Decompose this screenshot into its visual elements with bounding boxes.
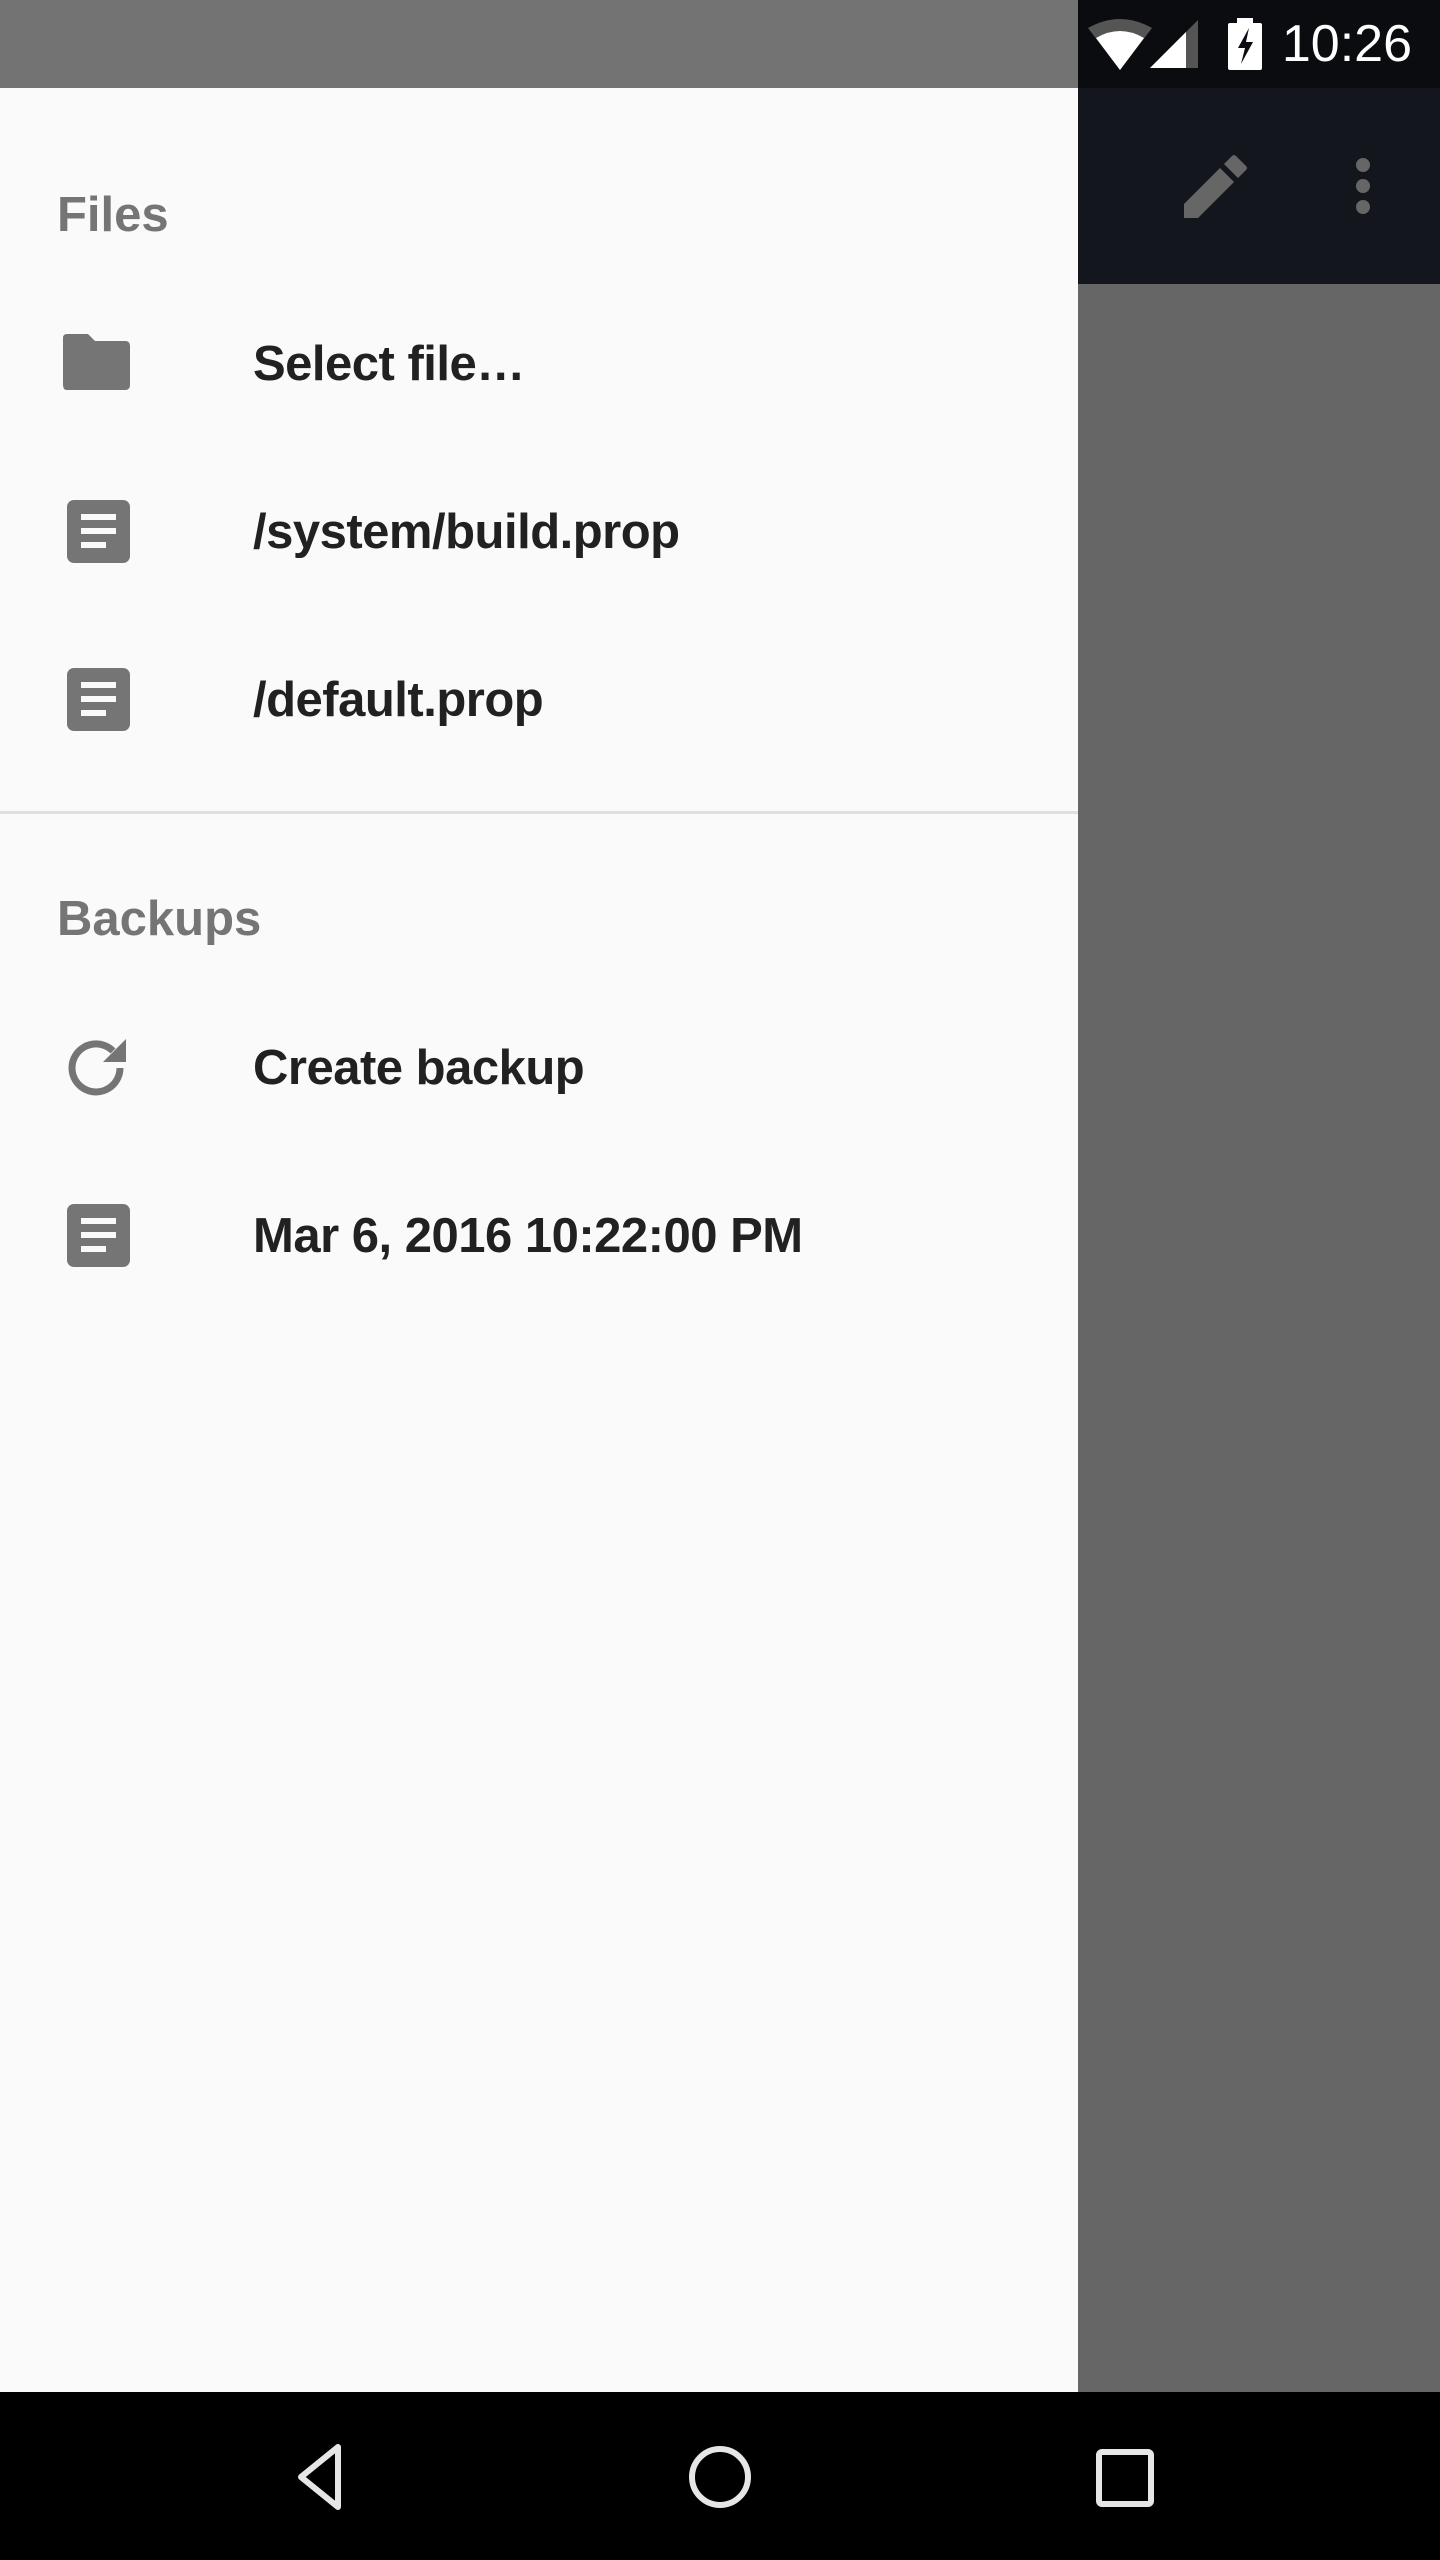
more-vert-icon [1356, 158, 1370, 214]
cell-signal-icon [1150, 20, 1200, 70]
document-icon [58, 668, 138, 731]
content-scrim[interactable] [1078, 284, 1440, 2392]
wifi-icon [1088, 18, 1152, 70]
document-icon [58, 1204, 138, 1267]
back-button[interactable] [237, 2412, 397, 2542]
back-triangle-icon [298, 2444, 341, 2510]
drawer-item-select-file[interactable]: Select file… [0, 280, 1078, 448]
app-toolbar [1078, 88, 1440, 284]
more-options-button[interactable] [1303, 126, 1423, 246]
refresh-icon [58, 1038, 138, 1098]
drawer-item-backup-entry[interactable]: Mar 6, 2016 10:22:00 PM [0, 1152, 1078, 1320]
status-bar-scrim [0, 0, 1078, 88]
section-header-files: Files [57, 188, 169, 242]
pencil-icon [1184, 155, 1247, 218]
battery-charging-icon [1228, 18, 1262, 70]
recents-button[interactable] [1045, 2412, 1205, 2542]
document-icon [58, 500, 138, 563]
section-header-backups: Backups [57, 892, 262, 946]
drawer-item-label: /default.prop [253, 673, 544, 727]
home-circle-icon [689, 2446, 751, 2508]
drawer-item-label: Select file… [253, 337, 525, 391]
drawer-item-create-backup[interactable]: Create backup [0, 984, 1078, 1152]
system-nav-bar [0, 2392, 1440, 2560]
home-button[interactable] [640, 2412, 800, 2542]
drawer-item-build-prop[interactable]: /system/build.prop [0, 448, 1078, 616]
recents-square-icon [1096, 2449, 1154, 2507]
status-time: 10:26 [1281, 15, 1412, 73]
section-divider [0, 811, 1078, 814]
drawer-item-label: /system/build.prop [253, 505, 680, 559]
folder-icon [58, 334, 138, 394]
navigation-drawer: Files Select file… /system/build.prop /d… [0, 88, 1078, 2392]
edit-button[interactable] [1156, 126, 1276, 246]
drawer-item-default-prop[interactable]: /default.prop [0, 616, 1078, 784]
drawer-item-label: Create backup [253, 1041, 585, 1095]
drawer-item-label: Mar 6, 2016 10:22:00 PM [253, 1209, 803, 1263]
